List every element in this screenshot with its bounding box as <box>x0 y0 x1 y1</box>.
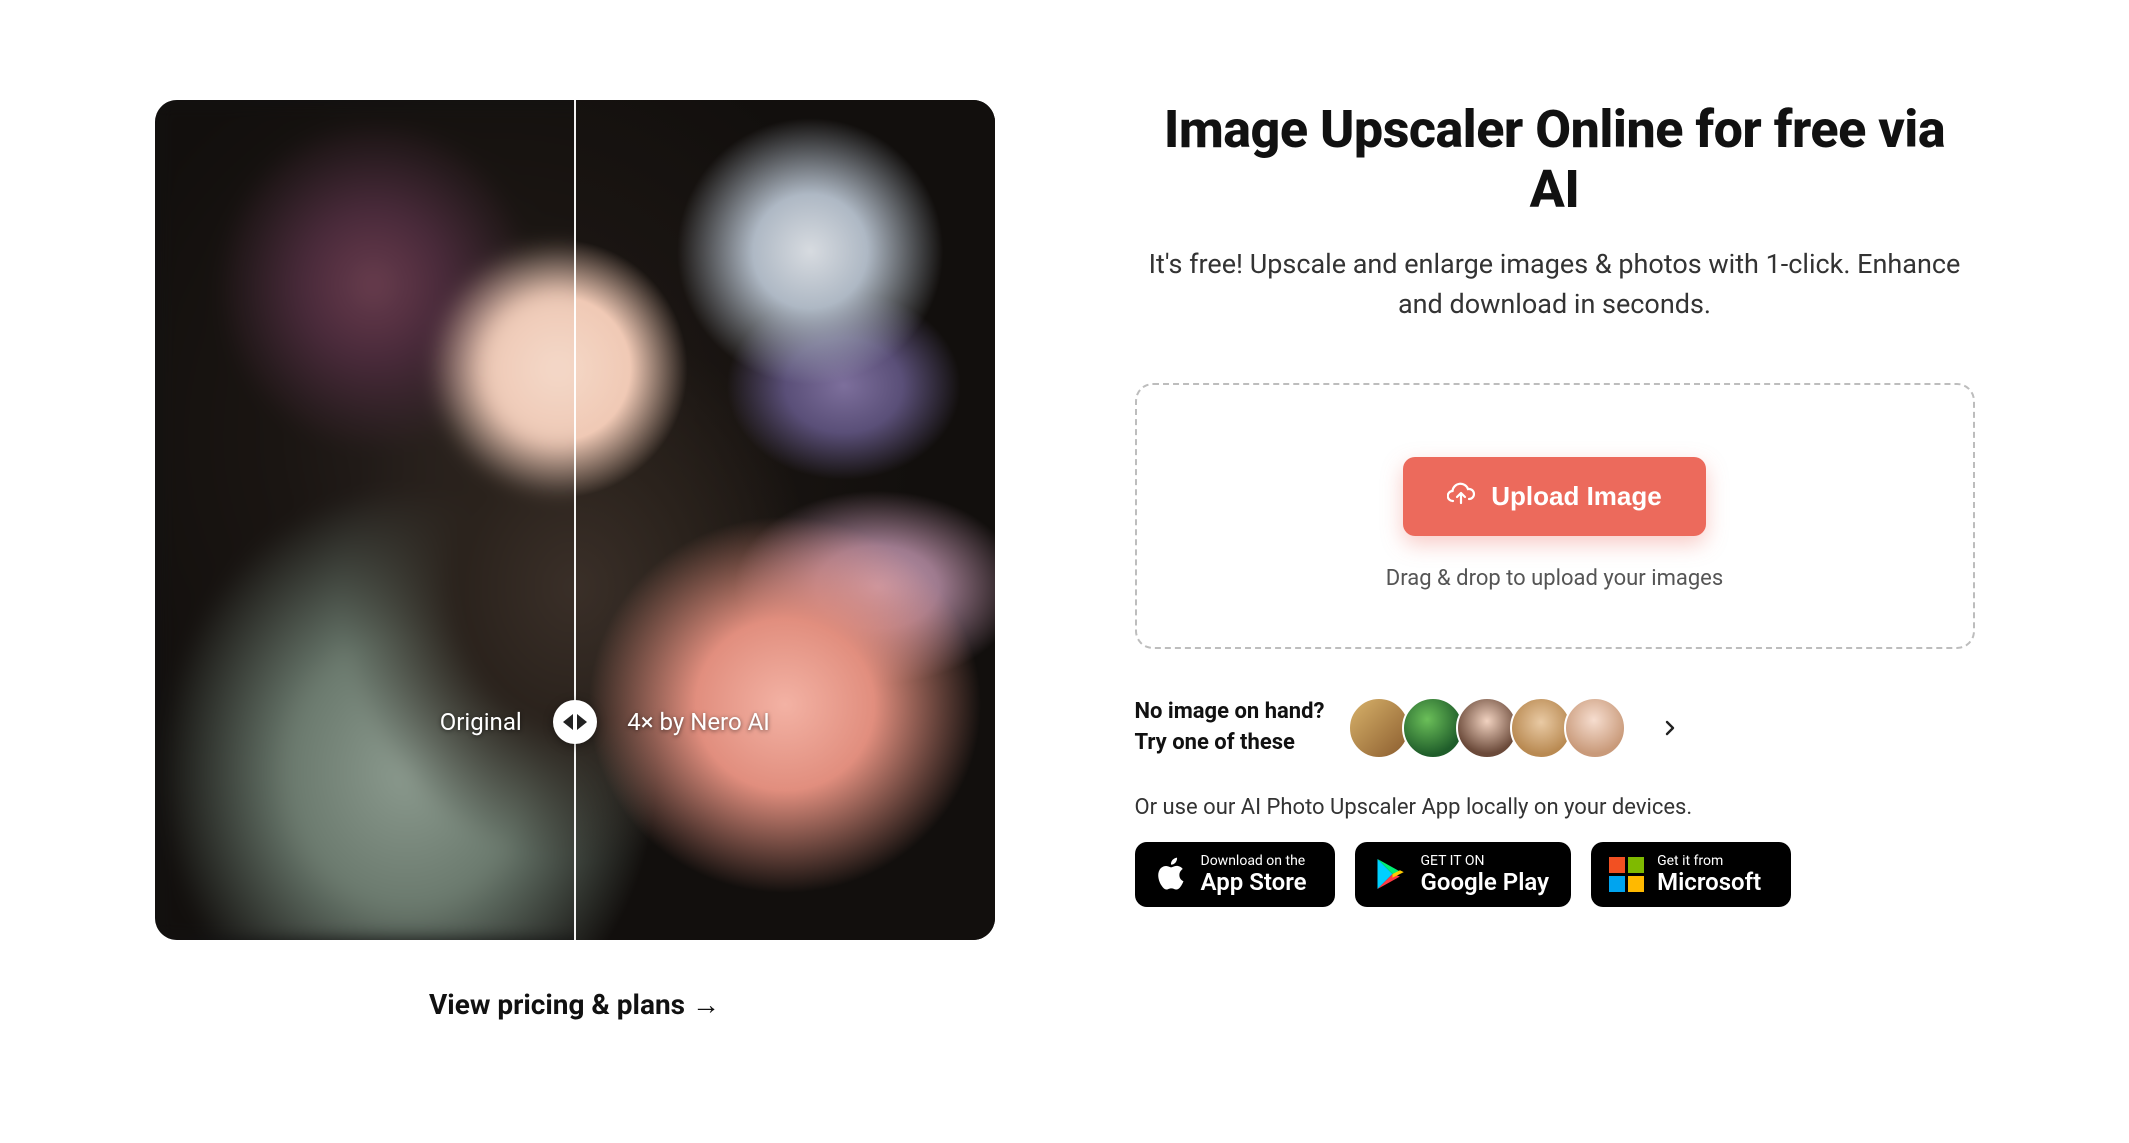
compare-upscaled-side <box>575 100 995 940</box>
drop-hint: Drag & drop to upload your images <box>1386 566 1723 591</box>
samples-next-button[interactable] <box>1660 718 1680 738</box>
samples-prompt: No image on hand? Try one of these <box>1135 697 1325 759</box>
google-play-icon <box>1373 857 1407 891</box>
local-app-line: Or use our AI Photo Upscaler App locally… <box>1135 795 1975 820</box>
chevron-left-icon <box>563 714 573 730</box>
google-play-button[interactable]: GET IT ON Google Play <box>1355 842 1572 908</box>
sample-thumb-5[interactable] <box>1564 697 1626 759</box>
apple-icon <box>1153 857 1187 891</box>
sample-thumb-2[interactable] <box>1402 697 1464 759</box>
before-after-compare[interactable]: Original 4× by Nero AI <box>155 100 995 940</box>
view-pricing-link[interactable]: View pricing & plans → <box>429 988 720 1021</box>
app-store-button[interactable]: Download on the App Store <box>1135 842 1335 908</box>
microsoft-store-button[interactable]: Get it from Microsoft <box>1591 842 1791 908</box>
upload-button-label: Upload Image <box>1491 481 1661 512</box>
microsoft-small: Get it from <box>1657 854 1761 869</box>
compare-label-original: Original <box>440 708 522 736</box>
upload-dropzone[interactable]: Upload Image Drag & drop to upload your … <box>1135 383 1975 649</box>
google-play-big: Google Play <box>1421 869 1550 895</box>
samples-line2: Try one of these <box>1135 728 1325 759</box>
microsoft-icon <box>1609 857 1643 891</box>
samples-line1: No image on hand? <box>1135 697 1325 728</box>
chevron-right-icon <box>577 714 587 730</box>
cloud-upload-icon <box>1447 481 1475 512</box>
chevron-right-icon <box>1660 718 1680 738</box>
sample-thumb-3[interactable] <box>1456 697 1518 759</box>
sample-thumb-4[interactable] <box>1510 697 1572 759</box>
microsoft-big: Microsoft <box>1657 869 1761 895</box>
upload-image-button[interactable]: Upload Image <box>1403 457 1705 536</box>
page-subtitle: It's free! Upscale and enlarge images & … <box>1135 244 1975 325</box>
compare-original-side <box>155 100 575 940</box>
app-store-small: Download on the <box>1201 854 1307 869</box>
sample-thumb-1[interactable] <box>1348 697 1410 759</box>
sample-thumbnails <box>1348 697 1626 759</box>
app-store-big: App Store <box>1201 869 1307 895</box>
compare-label-upscaled: 4× by Nero AI <box>627 708 769 736</box>
page-title: Image Upscaler Online for free via AI <box>1135 100 1975 220</box>
compare-divider[interactable] <box>574 100 576 940</box>
google-play-small: GET IT ON <box>1421 854 1550 869</box>
view-pricing-label: View pricing & plans → <box>429 988 720 1021</box>
compare-slider-handle[interactable] <box>553 700 597 744</box>
